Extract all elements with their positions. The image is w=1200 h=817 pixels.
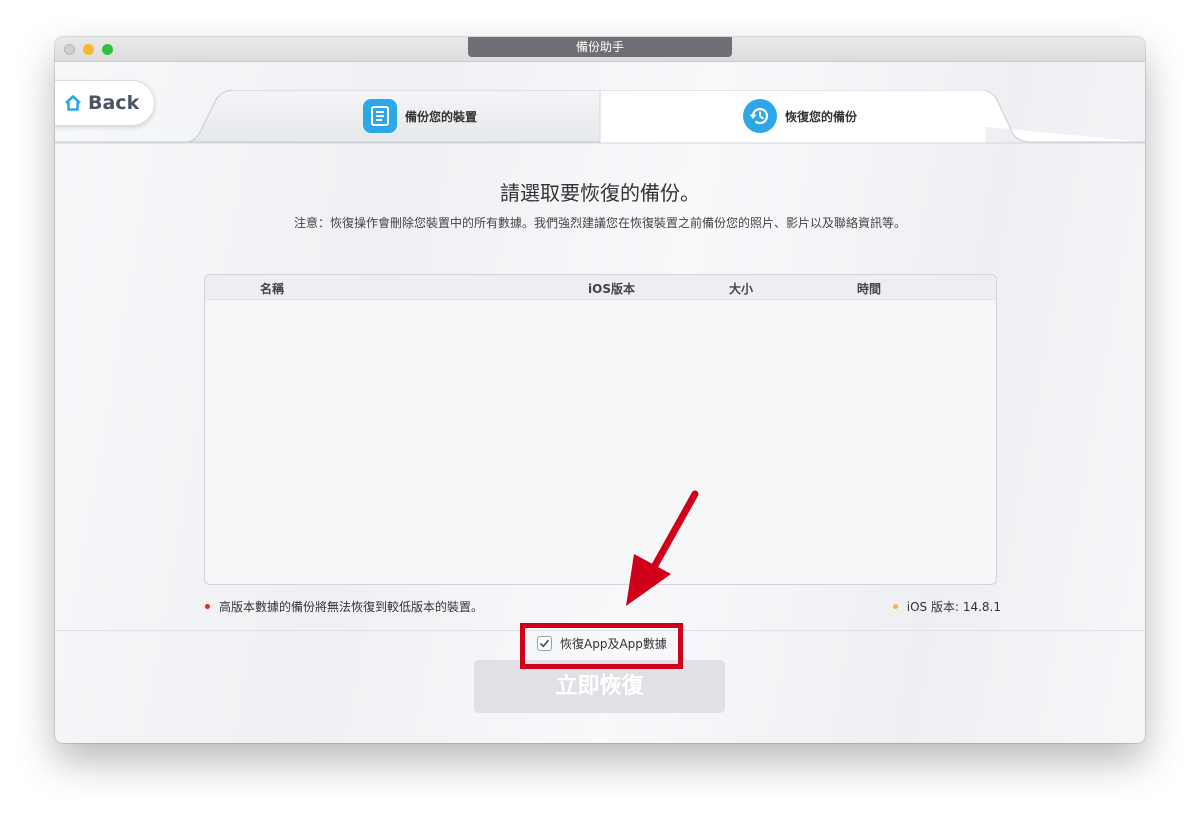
back-button[interactable]: Back [55,80,155,126]
restore-clock-icon [742,99,777,133]
zoom-window-button[interactable] [102,44,113,55]
document-icon [362,99,397,133]
ios-version-info: iOS 版本: 14.8.1 [892,598,1001,615]
column-header-ios-version[interactable]: iOS版本 [588,280,635,297]
table-header: 名稱 iOS版本 大小 時間 [205,275,996,300]
tab-restore-backup[interactable]: 恢復您的備份 [600,90,1000,142]
backup-table[interactable]: 名稱 iOS版本 大小 時間 [204,274,997,585]
tab-backup-label: 備份您的裝置 [404,109,477,124]
notice-text: 注意：恢復操作會刪除您裝置中的所有數據。我們強烈建議您在恢復裝置之前備份您的照片… [293,216,906,230]
home-icon [65,95,81,111]
table-body-empty [205,300,996,584]
close-window-button[interactable] [64,44,75,55]
app-window: 備份助手 備份您的裝置 恢復您的備份 Back 請選取要恢復的備份。 注意：恢復… [55,37,1145,743]
tab-restore-label: 恢復您的備份 [784,109,857,124]
window-title: 備份助手 [468,37,732,57]
column-header-name[interactable]: 名稱 [260,280,284,297]
restore-app-data-checkbox[interactable] [537,636,552,651]
minimize-window-button[interactable] [83,44,94,55]
back-label: Back [88,92,140,114]
version-warning-text: 高版本數據的備份將無法恢復到較低版本的裝置。 [219,600,484,614]
version-warning: 高版本數據的備份將無法恢復到較低版本的裝置。 [205,598,483,615]
tab-bar: 備份您的裝置 恢復您的備份 [55,90,1145,144]
page-heading: 請選取要恢復的備份。 [500,181,700,205]
restore-app-data-option[interactable]: 恢復App及App數據 [537,635,667,652]
tab-backup-device[interactable]: 備份您的裝置 [245,90,595,142]
column-header-time[interactable]: 時間 [857,280,881,297]
title-bar: 備份助手 [55,37,1145,62]
ios-version-text: iOS 版本: 14.8.1 [906,600,1001,614]
checkmark-icon [539,639,550,648]
main-content: 備份您的裝置 恢復您的備份 Back 請選取要恢復的備份。 注意：恢復操作會刪除… [55,62,1145,743]
red-dot-icon [205,604,210,609]
yellow-dot-icon [892,604,898,609]
column-header-size[interactable]: 大小 [729,280,753,297]
restore-app-data-label: 恢復App及App數據 [560,637,667,651]
